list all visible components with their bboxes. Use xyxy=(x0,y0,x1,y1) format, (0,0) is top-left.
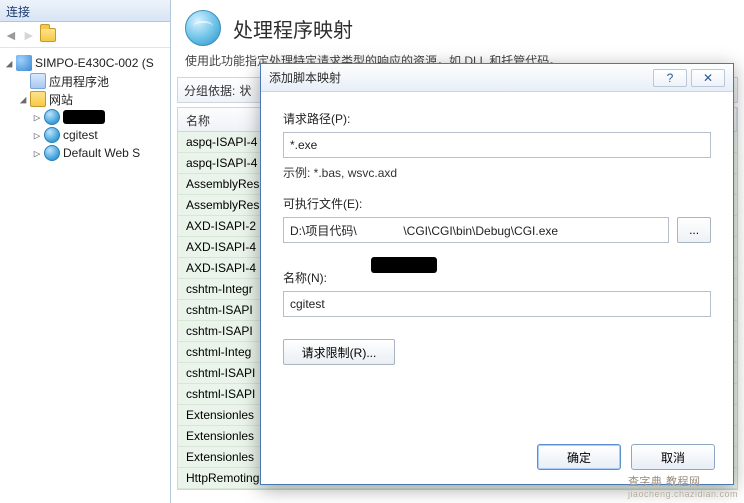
page-title: 处理程序映射 xyxy=(233,14,353,43)
name-input[interactable] xyxy=(283,291,711,317)
group-by-label: 分组依据: xyxy=(184,82,235,99)
tree-label: 应用程序池 xyxy=(49,73,109,90)
help-button[interactable]: ? xyxy=(653,69,687,87)
dialog-titlebar[interactable]: 添加脚本映射 ? ✕ xyxy=(261,64,733,92)
ok-button[interactable]: 确定 xyxy=(537,444,621,470)
forward-icon: ► xyxy=(22,27,36,43)
dialog-title-text: 添加脚本映射 xyxy=(269,69,341,86)
redacted-path-segment xyxy=(371,257,437,273)
tree-app-pools[interactable]: 应用程序池 xyxy=(2,72,168,90)
connections-panel: 连接 ◄ ► ◢ SIMPO-E430C-002 (S 应用程序池 ◢ 网站 ▷… xyxy=(0,0,171,503)
handler-mappings-icon xyxy=(185,10,221,46)
globe-icon xyxy=(44,109,60,125)
executable-input[interactable] xyxy=(283,217,669,243)
request-path-hint: 示例: *.bas, wsvc.axd xyxy=(283,164,711,181)
add-script-map-dialog: 添加脚本映射 ? ✕ 请求路径(P): 示例: *.bas, wsvc.axd … xyxy=(260,63,734,485)
group-by-value: 状 xyxy=(239,82,251,99)
tree-label: Default Web S xyxy=(63,146,140,160)
watermark-line1: 查字典 教程网 xyxy=(628,476,701,488)
tree-site-item[interactable]: ▷ xyxy=(2,108,168,126)
tree-label: SIMPO-E430C-002 (S xyxy=(35,56,154,70)
close-button[interactable]: ✕ xyxy=(691,69,725,87)
request-path-input[interactable] xyxy=(283,132,711,158)
globe-icon xyxy=(44,127,60,143)
connections-tree: ◢ SIMPO-E430C-002 (S 应用程序池 ◢ 网站 ▷ ▷ cgit… xyxy=(0,48,170,168)
tree-sites-node[interactable]: ◢ 网站 xyxy=(2,90,168,108)
cancel-button[interactable]: 取消 xyxy=(631,444,715,470)
connections-toolbar: ◄ ► xyxy=(0,22,170,48)
tree-server-node[interactable]: ◢ SIMPO-E430C-002 (S xyxy=(2,54,168,72)
watermark-line2: jiaocheng.chazidian.com xyxy=(628,489,738,499)
back-icon[interactable]: ◄ xyxy=(4,27,18,43)
globe-icon xyxy=(44,145,60,161)
executable-label: 可执行文件(E): xyxy=(283,195,711,212)
app-pools-icon xyxy=(30,73,46,89)
tree-site-item[interactable]: ▷ Default Web S xyxy=(2,144,168,162)
tree-label: 网站 xyxy=(49,91,73,108)
tree-label: cgitest xyxy=(63,128,98,142)
watermark: 查字典 教程网 jiaocheng.chazidian.com xyxy=(628,473,738,499)
tree-site-item[interactable]: ▷ cgitest xyxy=(2,126,168,144)
folder-icon[interactable] xyxy=(40,28,56,42)
request-path-label: 请求路径(P): xyxy=(283,110,711,127)
server-icon xyxy=(16,55,32,71)
sites-icon xyxy=(30,91,46,107)
redacted-label xyxy=(63,110,105,124)
browse-button[interactable]: ... xyxy=(677,217,711,243)
name-label: 名称(N): xyxy=(283,269,711,286)
connections-header: 连接 xyxy=(0,0,170,22)
request-restrictions-button[interactable]: 请求限制(R)... xyxy=(283,339,395,365)
